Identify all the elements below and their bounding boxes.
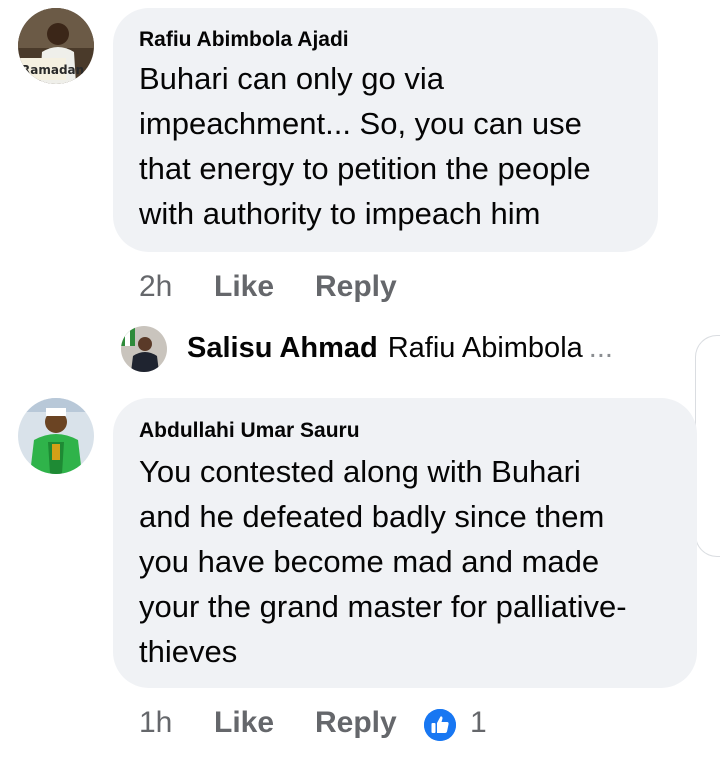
comment-line: with authority to impeach him	[139, 196, 541, 231]
svg-text:Ramadan: Ramadan	[21, 63, 84, 77]
reply-preview[interactable]: Salisu Ahmad Rafiu Abimbola...	[187, 332, 613, 365]
comment-text-abdullahi: You contested along with Buhari and he d…	[139, 449, 627, 674]
thumbs-up-icon[interactable]	[424, 709, 456, 741]
comment-line: impeachment... So, you can use	[139, 106, 582, 141]
avatar-rafiu[interactable]: Ramadan	[18, 8, 94, 84]
side-panel-edge	[695, 335, 720, 557]
reply-button[interactable]: Reply	[315, 270, 397, 304]
comment-timestamp[interactable]: 2h	[139, 270, 172, 304]
comment-timestamp[interactable]: 1h	[139, 706, 172, 740]
comment-line: that energy to petition the people	[139, 151, 591, 186]
reply-ellipsis: ...	[588, 332, 613, 364]
comment-line: thieves	[139, 634, 238, 669]
comment-line: You contested along with Buhari	[139, 454, 581, 489]
comment-line: you have become mad and made	[139, 544, 600, 579]
reaction-count[interactable]: 1	[470, 706, 487, 740]
comment-author-rafiu[interactable]: Rafiu Abimbola Ajadi	[139, 28, 349, 52]
like-button[interactable]: Like	[214, 706, 274, 740]
reply-button[interactable]: Reply	[315, 706, 397, 740]
comment-line: and he defeated badly since them	[139, 499, 605, 534]
reply-author[interactable]: Salisu Ahmad	[187, 332, 378, 364]
comment-author-abdullahi[interactable]: Abdullahi Umar Sauru	[139, 419, 360, 443]
comment-line: Buhari can only go via	[139, 61, 445, 96]
avatar-abdullahi[interactable]	[18, 398, 94, 474]
comment-line: your the grand master for palliative-	[139, 589, 627, 624]
reply-preview-text: Rafiu Abimbola	[387, 332, 583, 364]
like-button[interactable]: Like	[214, 270, 274, 304]
comment-text-rafiu: Buhari can only go via impeachment... So…	[139, 56, 591, 236]
avatar-salisu[interactable]	[121, 326, 167, 372]
